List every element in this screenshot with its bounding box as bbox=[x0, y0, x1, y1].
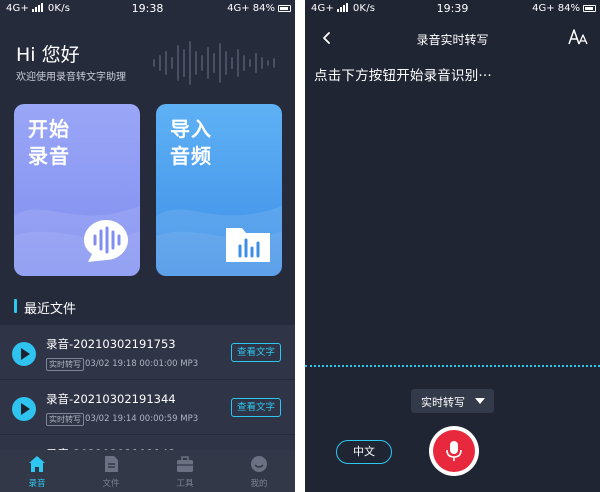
home-screen: 4G+ 0K/s 19:38 4G+ 84% Hi 您好 欢迎使用录音转文字助理… bbox=[0, 0, 295, 492]
tab-label: 文件 bbox=[102, 479, 120, 489]
record-button[interactable] bbox=[429, 426, 479, 476]
view-text-button[interactable]: 查看文字 bbox=[231, 343, 281, 362]
tab-profile[interactable]: 我的 bbox=[222, 450, 295, 492]
profile-face-icon bbox=[251, 456, 267, 472]
mode-label: 实时转写 bbox=[421, 396, 465, 409]
card-title-line2: 录音 bbox=[28, 144, 70, 168]
network-type-right: 4G+ bbox=[532, 3, 555, 14]
bottom-tab-bar: 录音 文件 工具 我的 bbox=[0, 450, 295, 492]
view-text-button[interactable]: 查看文字 bbox=[231, 398, 281, 417]
import-audio-card[interactable]: 导入 音频 bbox=[156, 104, 282, 276]
list-item[interactable]: 录音-20210302191753 实时转写 03/02 19:18 00:01… bbox=[0, 325, 295, 380]
tab-label: 录音 bbox=[28, 479, 46, 489]
file-icon bbox=[105, 456, 118, 472]
voice-wave-chat-icon bbox=[84, 220, 128, 262]
card-title-line1: 开始 bbox=[28, 117, 70, 141]
battery-level: 84% bbox=[557, 3, 580, 14]
toolbox-icon bbox=[177, 456, 193, 472]
home-icon bbox=[29, 456, 45, 472]
battery-icon bbox=[583, 5, 596, 12]
record-button-core bbox=[433, 430, 475, 472]
network-type-right: 4G+ bbox=[227, 3, 250, 14]
play-icon[interactable] bbox=[12, 397, 36, 421]
battery-level: 84% bbox=[252, 3, 275, 14]
tab-label: 我的 bbox=[250, 479, 268, 489]
mode-dropdown[interactable]: 实时转写 bbox=[411, 389, 494, 413]
card-title-line1: 导入 bbox=[170, 117, 212, 141]
status-bar: 4G+ 0K/s 19:38 4G+ 84% bbox=[0, 0, 295, 18]
caret-down-icon bbox=[475, 398, 485, 404]
section-marker bbox=[14, 299, 17, 313]
page-title: 录音实时转写 bbox=[416, 33, 489, 47]
greeting-subtitle: 欢迎使用录音转文字助理 bbox=[16, 72, 126, 83]
file-name: 录音-20210302191344 bbox=[46, 392, 176, 406]
file-tag: 实时转写 bbox=[46, 358, 84, 371]
tab-tools[interactable]: 工具 bbox=[148, 450, 222, 492]
language-button[interactable]: 中文 bbox=[336, 440, 392, 464]
sound-wave-decoration-icon bbox=[153, 41, 275, 85]
status-bar: 4G+ 0K/s 19:39 4G+ 84% bbox=[305, 0, 600, 18]
audio-folder-icon bbox=[226, 228, 270, 262]
transcript-hint: 点击下方按钮开始录音识别··· bbox=[314, 68, 492, 84]
microphone-icon bbox=[446, 441, 462, 461]
tab-files[interactable]: 文件 bbox=[74, 450, 148, 492]
font-size-icon[interactable] bbox=[568, 28, 588, 46]
battery-icon bbox=[278, 5, 291, 12]
list-item[interactable]: 录音-20210302191344 实时转写 03/02 19:14 00:00… bbox=[0, 380, 295, 435]
file-meta: 03/02 19:18 00:01:00 MP3 bbox=[85, 359, 199, 369]
recent-files-title: 最近文件 bbox=[24, 302, 77, 317]
file-tag: 实时转写 bbox=[46, 413, 84, 426]
card-title-line2: 音频 bbox=[170, 144, 212, 168]
file-name: 录音-20210302191753 bbox=[46, 337, 176, 351]
realtime-transcribe-screen: 4G+ 0K/s 19:39 4G+ 84% 录音实时转写 点击下方按钮开始录音… bbox=[305, 0, 600, 492]
tab-record[interactable]: 录音 bbox=[0, 450, 74, 492]
greeting-title: Hi 您好 bbox=[16, 44, 80, 66]
tab-label: 工具 bbox=[176, 479, 194, 489]
start-recording-card[interactable]: 开始 录音 bbox=[14, 104, 140, 276]
file-meta: 03/02 19:14 00:00:59 MP3 bbox=[85, 414, 199, 424]
waveform-divider bbox=[305, 365, 600, 367]
play-icon[interactable] bbox=[12, 342, 36, 366]
